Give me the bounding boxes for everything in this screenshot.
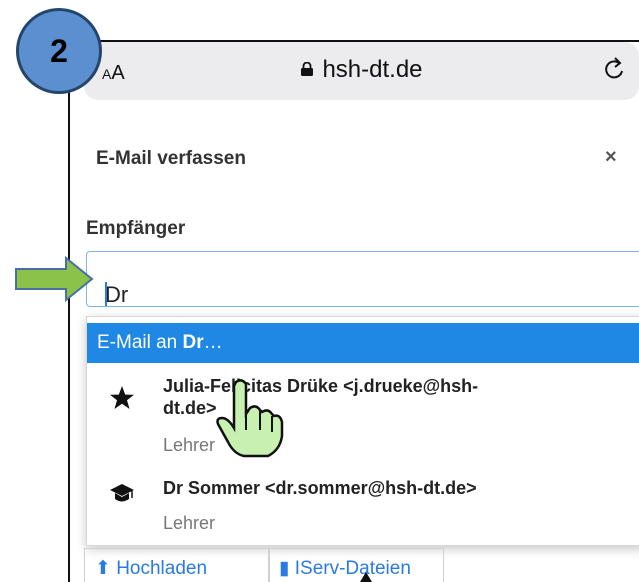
suggestion-item[interactable]: Dr Sommer <dr.sommer@hsh-dt.de> Lehrer [87,469,639,545]
star-icon [110,386,134,409]
recipient-input[interactable]: Dr [86,251,639,307]
close-button[interactable]: × [605,146,617,169]
iserv-files-button[interactable]: ▮ IServ-Dateien [268,548,444,582]
text-caret [105,282,107,306]
suggestion-item[interactable]: Julia-Felicitas Drüke <j.drueke@hsh-dt.d… [87,369,639,465]
graduation-cap-icon [110,484,134,502]
suggestion-email-to-query[interactable]: E-Mail an Dr… [87,323,639,363]
upload-icon: ⬆ [95,558,111,579]
recipient-input-value: Dr [105,282,129,307]
lock-icon [301,61,314,76]
suggestion-role: Lehrer [163,435,216,455]
suggestion-role: Lehrer [163,513,216,533]
address-bar[interactable]: AA hsh-dt.de [84,42,639,100]
upload-button[interactable]: ⬆ Hochladen [84,548,270,582]
file-icon: ▮ [279,558,290,579]
url-display[interactable]: hsh-dt.de [84,56,639,84]
attachment-toolbar: ⬆ Hochladen ▮ IServ-Dateien [84,540,464,582]
domain-text: hsh-dt.de [322,56,423,83]
cursor-arrow-icon [360,572,372,582]
pointer-hand-icon [216,379,284,458]
suggestion-name: Dr Sommer <dr.sommer@hsh-dt.de> [163,478,477,498]
step-badge: 2 [16,8,102,94]
green-arrow-icon [15,256,94,302]
recipient-label: Empfänger [86,218,186,239]
dialog-title: E-Mail verfassen [96,148,246,169]
suggestion-dropdown: E-Mail an Dr… Julia-Felicitas Drüke <j.d… [86,316,639,546]
reload-icon[interactable] [603,56,627,84]
